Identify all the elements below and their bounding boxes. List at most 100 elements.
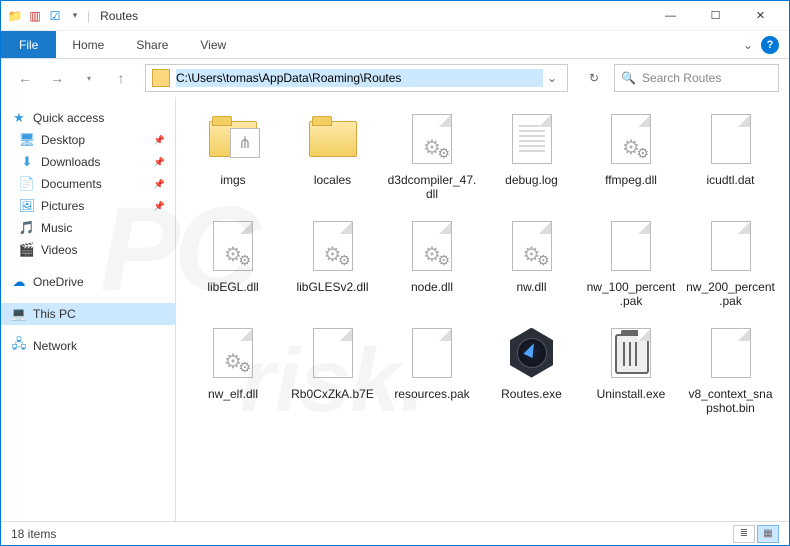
file-item[interactable]: Rb0CxZkA.b7E xyxy=(286,323,380,416)
file-icon xyxy=(701,216,761,276)
up-button[interactable]: ↑ xyxy=(107,64,135,92)
sidebar-item-onedrive[interactable]: ☁ OneDrive xyxy=(1,271,175,293)
file-item[interactable]: libEGL.dll xyxy=(186,216,280,309)
status-bar: 18 items ≣ ▦ xyxy=(1,521,789,545)
star-icon: ★ xyxy=(11,110,27,126)
folder-icon xyxy=(152,69,170,87)
file-item[interactable]: libGLESv2.dll xyxy=(286,216,380,309)
address-bar[interactable]: C:\Users\tomas\AppData\Roaming\Routes ⌄ xyxy=(145,64,568,92)
status-count: 18 items xyxy=(11,527,56,541)
file-item[interactable]: nw_elf.dll xyxy=(186,323,280,416)
tab-home[interactable]: Home xyxy=(56,31,120,58)
navbar: ← → ▾ ↑ C:\Users\tomas\AppData\Roaming\R… xyxy=(1,59,789,97)
minimize-button[interactable]: — xyxy=(648,1,693,31)
history-dropdown[interactable]: ▾ xyxy=(75,64,103,92)
sidebar-item-label: Music xyxy=(41,221,72,235)
file-grid: ⋔imgs locales d3dcompiler_47.dll debug.log f… xyxy=(186,109,779,415)
tab-share[interactable]: Share xyxy=(120,31,184,58)
tab-file[interactable]: File xyxy=(1,31,56,58)
view-details-button[interactable]: ≣ xyxy=(733,525,755,543)
file-label: nw_100_percent.pak xyxy=(586,280,676,309)
network-icon: 🖧 xyxy=(11,338,27,354)
file-label: locales xyxy=(314,173,351,187)
sidebar-item-videos[interactable]: 🎬 Videos xyxy=(1,239,175,261)
ribbon: File Home Share View ⌄ ? xyxy=(1,31,789,59)
file-icon xyxy=(701,109,761,169)
file-item[interactable]: icudtl.dat xyxy=(684,109,778,202)
file-icon xyxy=(502,323,562,383)
qat-check-icon[interactable]: ☑ xyxy=(47,8,63,24)
file-label: Routes.exe xyxy=(501,387,562,401)
file-label: nw_200_percent.pak xyxy=(686,280,776,309)
search-input[interactable]: 🔍 Search Routes xyxy=(614,64,779,92)
file-item[interactable]: nw_200_percent.pak xyxy=(684,216,778,309)
sidebar-item-pictures[interactable]: 🖼 Pictures 📌 xyxy=(1,195,175,217)
pc-icon: 💻 xyxy=(11,306,27,322)
back-button[interactable]: ← xyxy=(11,64,39,92)
props-icon[interactable]: ▥ xyxy=(27,8,43,24)
videos-icon: 🎬 xyxy=(19,242,35,258)
close-button[interactable]: ✕ xyxy=(738,1,783,31)
music-icon: 🎵 xyxy=(19,220,35,236)
sidebar-item-quick-access[interactable]: ★ Quick access xyxy=(1,107,175,129)
pin-icon: 📌 xyxy=(154,201,165,212)
pin-icon: 📌 xyxy=(154,157,165,168)
sidebar-item-label: Documents xyxy=(41,177,102,191)
forward-button[interactable]: → xyxy=(43,64,71,92)
refresh-button[interactable]: ↻ xyxy=(578,64,610,92)
sidebar-item-music[interactable]: 🎵 Music xyxy=(1,217,175,239)
pin-icon: 📌 xyxy=(154,179,165,190)
help-icon[interactable]: ? xyxy=(761,36,779,54)
file-icon xyxy=(601,109,661,169)
content: ★ Quick access 🖥 Desktop 📌 ⬇ Downloads 📌… xyxy=(1,97,789,521)
view-icons-button[interactable]: ▦ xyxy=(757,525,779,543)
window-controls: — ☐ ✕ xyxy=(648,1,783,31)
sidebar: ★ Quick access 🖥 Desktop 📌 ⬇ Downloads 📌… xyxy=(1,97,176,521)
folder-icon: 📁 xyxy=(7,8,23,24)
file-item[interactable]: debug.log xyxy=(485,109,579,202)
file-icon xyxy=(203,216,263,276)
tab-view[interactable]: View xyxy=(184,31,242,58)
file-label: libEGL.dll xyxy=(207,280,258,294)
file-item[interactable]: ffmpeg.dll xyxy=(584,109,678,202)
file-item[interactable]: nw.dll xyxy=(485,216,579,309)
file-item[interactable]: nw_100_percent.pak xyxy=(584,216,678,309)
file-item[interactable]: locales xyxy=(286,109,380,202)
address-dropdown-icon[interactable]: ⌄ xyxy=(543,71,561,85)
file-area[interactable]: ⋔imgs locales d3dcompiler_47.dll debug.log f… xyxy=(176,97,789,521)
file-icon xyxy=(402,109,462,169)
sidebar-item-label: Downloads xyxy=(41,155,100,169)
file-item[interactable]: d3dcompiler_47.dll xyxy=(385,109,479,202)
file-icon: ⋔ xyxy=(203,109,263,169)
sidebar-item-this-pc[interactable]: 💻 This PC xyxy=(1,303,175,325)
pin-icon: 📌 xyxy=(154,135,165,146)
maximize-button[interactable]: ☐ xyxy=(693,1,738,31)
file-item[interactable]: ⋔imgs xyxy=(186,109,280,202)
sidebar-item-documents[interactable]: 📄 Documents 📌 xyxy=(1,173,175,195)
file-icon xyxy=(303,323,363,383)
file-item[interactable]: Routes.exe xyxy=(485,323,579,416)
file-icon xyxy=(502,216,562,276)
title-sep: | xyxy=(87,9,90,23)
file-label: libGLESv2.dll xyxy=(296,280,368,294)
address-text[interactable]: C:\Users\tomas\AppData\Roaming\Routes xyxy=(176,69,543,87)
file-icon xyxy=(303,216,363,276)
file-item[interactable]: resources.pak xyxy=(385,323,479,416)
file-icon xyxy=(402,216,462,276)
sidebar-item-label: Pictures xyxy=(41,199,84,213)
sidebar-item-desktop[interactable]: 🖥 Desktop 📌 xyxy=(1,129,175,151)
file-item[interactable]: node.dll xyxy=(385,216,479,309)
sidebar-item-network[interactable]: 🖧 Network xyxy=(1,335,175,357)
ribbon-collapse-icon[interactable]: ⌄ xyxy=(743,38,753,52)
file-item[interactable]: v8_context_snapshot.bin xyxy=(684,323,778,416)
qat-drop-icon[interactable]: ▾ xyxy=(67,8,83,24)
file-label: Rb0CxZkA.b7E xyxy=(291,387,374,401)
sidebar-item-downloads[interactable]: ⬇ Downloads 📌 xyxy=(1,151,175,173)
file-label: ffmpeg.dll xyxy=(605,173,657,187)
onedrive-icon: ☁ xyxy=(11,274,27,290)
pictures-icon: 🖼 xyxy=(19,198,35,214)
file-label: debug.log xyxy=(505,173,558,187)
file-item[interactable]: Uninstall.exe xyxy=(584,323,678,416)
file-label: nw.dll xyxy=(516,280,546,294)
file-icon xyxy=(601,323,661,383)
